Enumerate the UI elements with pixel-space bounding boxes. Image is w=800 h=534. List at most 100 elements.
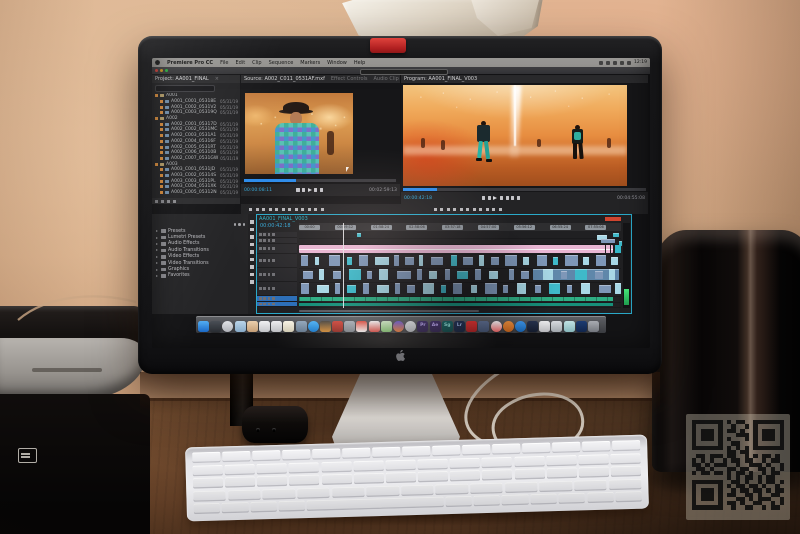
clip-teal[interactable] (615, 245, 621, 253)
tab-project[interactable]: Project: AA001_FINAL (155, 76, 209, 82)
timeline-clip[interactable] (377, 285, 389, 293)
extract-icon[interactable] (517, 196, 520, 199)
dock-icon[interactable] (356, 321, 367, 332)
timeline-clip[interactable] (419, 255, 423, 266)
step-forward-icon[interactable] (500, 196, 503, 199)
timeline-clip[interactable] (523, 257, 529, 265)
dock-icon[interactable] (235, 321, 246, 332)
timeline-clip[interactable] (315, 257, 319, 265)
menu-item[interactable]: Clip (252, 60, 261, 66)
timeline-clip[interactable] (423, 283, 434, 294)
timeline-clip[interactable] (485, 283, 497, 294)
dock-icon[interactable] (344, 321, 355, 332)
timeline-clip[interactable] (543, 269, 553, 280)
timeline-clip[interactable] (535, 285, 541, 293)
timeline-clip[interactable] (333, 271, 341, 279)
dock-icon[interactable] (332, 321, 343, 332)
filter-accelerated-icon[interactable] (234, 223, 237, 226)
timeline-clip[interactable] (317, 285, 329, 293)
timeline-clip[interactable] (359, 255, 368, 266)
zoom-window-button[interactable] (165, 69, 168, 72)
minimize-window-button[interactable] (160, 69, 163, 72)
dock-icon[interactable] (308, 321, 319, 332)
play-icon[interactable] (493, 196, 497, 200)
timeline-clip[interactable] (549, 283, 560, 294)
tab-close-icon[interactable]: × (215, 76, 219, 82)
timeline-clip[interactable] (329, 255, 340, 266)
toolbar-icon[interactable] (262, 208, 265, 211)
menu-item[interactable]: Edit (235, 60, 245, 66)
dock-icon[interactable] (405, 321, 416, 332)
timeline-clip[interactable] (521, 271, 529, 279)
timeline-clip[interactable] (405, 257, 414, 265)
timeline-clip[interactable] (451, 255, 457, 266)
track-audio-2-header[interactable] (257, 302, 297, 307)
timeline-clip[interactable] (475, 269, 481, 280)
dock-icon[interactable] (515, 321, 526, 332)
dock-icon[interactable] (576, 321, 587, 332)
dock-icon[interactable] (393, 321, 404, 332)
timeline-h-scrollbar[interactable] (299, 310, 479, 313)
timeline-clip[interactable] (335, 283, 340, 294)
audio-clip-green[interactable] (299, 297, 613, 302)
menu-item[interactable]: Markers (300, 60, 320, 66)
time-ruler[interactable]: 00:0000:59:1201:58:2402:58:0603:57:1804:… (299, 223, 621, 231)
timeline-clip[interactable] (463, 257, 473, 265)
toolbar-icon[interactable] (308, 208, 311, 211)
timeline-clip[interactable] (367, 271, 372, 279)
workspace-search-field[interactable] (360, 69, 448, 75)
timeline-clip[interactable] (394, 255, 399, 266)
track-video-2-header[interactable] (257, 268, 297, 282)
track-video-3-header[interactable] (257, 282, 297, 296)
timeline-clip[interactable] (303, 271, 313, 279)
dock-icon-ae[interactable]: Ae (430, 321, 441, 332)
project-search-input[interactable] (155, 85, 215, 92)
zoom-slider-icon[interactable] (167, 200, 170, 203)
list-view-icon[interactable] (155, 200, 158, 203)
dock-icon[interactable] (491, 321, 502, 332)
timeline-clip[interactable] (503, 285, 508, 293)
dock-icon-sg[interactable]: Sg (442, 321, 453, 332)
dock-icon[interactable] (564, 321, 575, 332)
menu-item[interactable]: Sequence (269, 60, 294, 66)
selection-tool-icon[interactable] (250, 220, 254, 224)
toolbar-icon[interactable] (275, 208, 278, 211)
toolbar-icon[interactable] (249, 208, 252, 211)
dock-icon[interactable] (551, 321, 562, 332)
filter-32bit-icon[interactable] (238, 223, 241, 226)
timeline-clip[interactable] (537, 255, 547, 266)
toolbar-icon[interactable] (453, 208, 456, 211)
menu-item[interactable]: Help (354, 60, 365, 66)
timeline-clip[interactable] (595, 271, 603, 279)
timeline-clip[interactable] (395, 283, 400, 294)
toolbar-icon[interactable] (321, 208, 324, 211)
dock-trash-icon[interactable] (588, 321, 599, 332)
spotlight-icon[interactable] (627, 61, 631, 65)
timeline-clip[interactable] (561, 271, 567, 279)
toolbar-icon[interactable] (314, 208, 317, 211)
wifi-icon[interactable] (606, 61, 610, 65)
bluetooth-icon[interactable] (599, 61, 603, 65)
toolbar-icon[interactable] (447, 208, 450, 211)
timeline-clip[interactable] (457, 271, 468, 279)
pen-tool-icon[interactable] (250, 258, 254, 262)
timeline-clip[interactable] (609, 269, 615, 280)
timeline-clip[interactable] (489, 271, 498, 279)
mark-out-icon[interactable] (320, 188, 323, 191)
timeline-clip[interactable] (441, 285, 446, 293)
toolbar-icon[interactable] (295, 208, 298, 211)
toolbar-icon[interactable] (499, 208, 502, 211)
timeline-clip[interactable] (479, 255, 484, 266)
timeline-clip[interactable] (319, 269, 324, 280)
music-clip-pink[interactable] (299, 245, 613, 253)
dock-icon-pr[interactable]: Pr (417, 321, 428, 332)
volume-icon[interactable] (620, 61, 624, 65)
timeline-clip[interactable] (363, 283, 369, 294)
timeline-clip[interactable] (417, 269, 422, 280)
audio-clip-green[interactable] (299, 303, 613, 307)
mark-in-icon[interactable] (482, 196, 485, 199)
source-scrub-bar[interactable] (244, 179, 396, 182)
timeline-clip[interactable] (583, 257, 589, 265)
dock-icon[interactable] (466, 321, 477, 332)
slip-tool-icon[interactable] (250, 250, 254, 254)
